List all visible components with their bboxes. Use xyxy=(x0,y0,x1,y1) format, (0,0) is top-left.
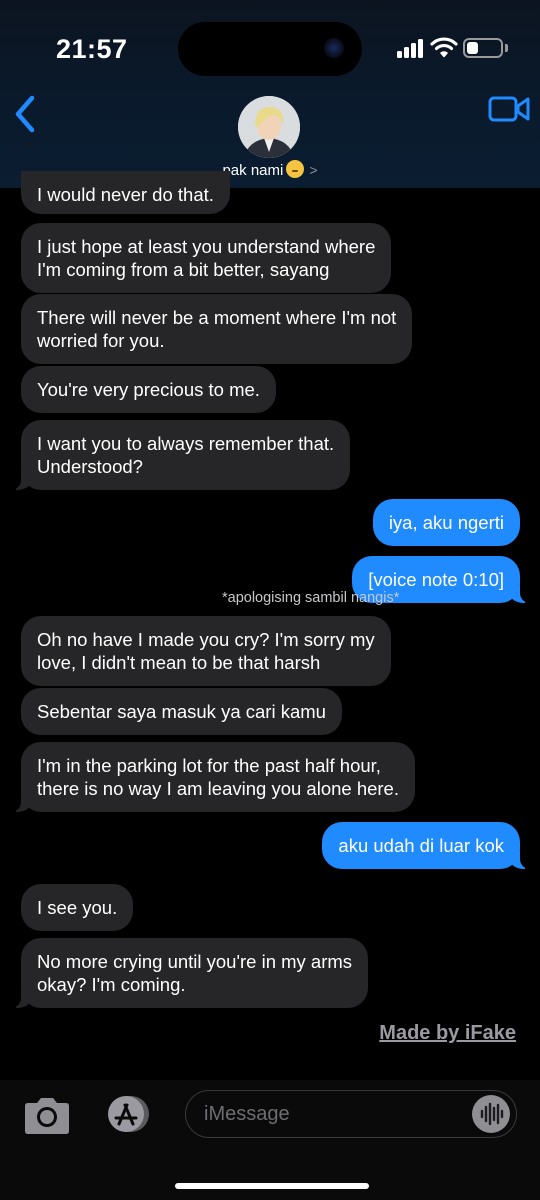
message-bubble-incoming[interactable]: Oh no have I made you cry? I'm sorry my l… xyxy=(21,616,391,686)
message-bubble-incoming[interactable]: I see you. xyxy=(21,884,134,931)
message-bubble-outgoing[interactable]: aku udah di luar kok xyxy=(322,822,531,869)
message-bubble-incoming[interactable]: Sebentar saya masuk ya cari kamu xyxy=(21,688,342,735)
wifi-icon xyxy=(430,37,458,58)
home-indicator xyxy=(175,1183,369,1189)
message-bubble-outgoing[interactable]: iya, aku ngerti xyxy=(372,499,520,546)
message-bubble-incoming[interactable]: There will never be a moment where I'm n… xyxy=(21,294,413,364)
message-input[interactable]: iMessage xyxy=(185,1090,517,1138)
compose-bar: iMessage xyxy=(0,1080,540,1200)
message-annotation: *apologising sambil nangis* xyxy=(222,590,400,606)
front-camera-icon xyxy=(324,38,344,58)
contact-avatar[interactable] xyxy=(238,96,300,158)
app-store-icon[interactable] xyxy=(100,1094,154,1134)
shushing-face-emoji xyxy=(286,160,305,178)
audio-waveform-icon[interactable] xyxy=(472,1095,510,1133)
battery-icon xyxy=(463,38,503,58)
battery-tip xyxy=(505,44,508,52)
conversation-header: 21:57 pak nami > xyxy=(0,0,540,188)
battery-level xyxy=(467,42,479,54)
watermark-text: Made by iFake xyxy=(379,1022,516,1044)
message-bubble-incoming[interactable]: I want you to always remember that. Under… xyxy=(9,420,351,490)
message-bubble-incoming[interactable]: I would never do that. xyxy=(21,171,230,214)
back-chevron-icon[interactable] xyxy=(8,92,44,136)
message-bubble-incoming[interactable]: I'm in the parking lot for the past half… xyxy=(10,742,415,812)
message-bubble-incoming[interactable]: You're very precious to me. xyxy=(21,366,276,413)
dynamic-island xyxy=(178,22,362,76)
message-bubble-incoming[interactable]: I just hope at least you understand wher… xyxy=(21,223,392,293)
status-time: 21:57 xyxy=(56,34,128,64)
chevron-right-icon: > xyxy=(309,162,318,178)
contact-name: pak nami xyxy=(222,162,284,179)
camera-icon[interactable] xyxy=(22,1096,72,1136)
message-bubble-incoming[interactable]: No more crying until you're in my arms ok… xyxy=(9,938,369,1008)
message-input-placeholder: iMessage xyxy=(204,1103,290,1125)
cellular-signal-icon xyxy=(397,38,427,58)
video-call-icon[interactable] xyxy=(488,94,530,124)
